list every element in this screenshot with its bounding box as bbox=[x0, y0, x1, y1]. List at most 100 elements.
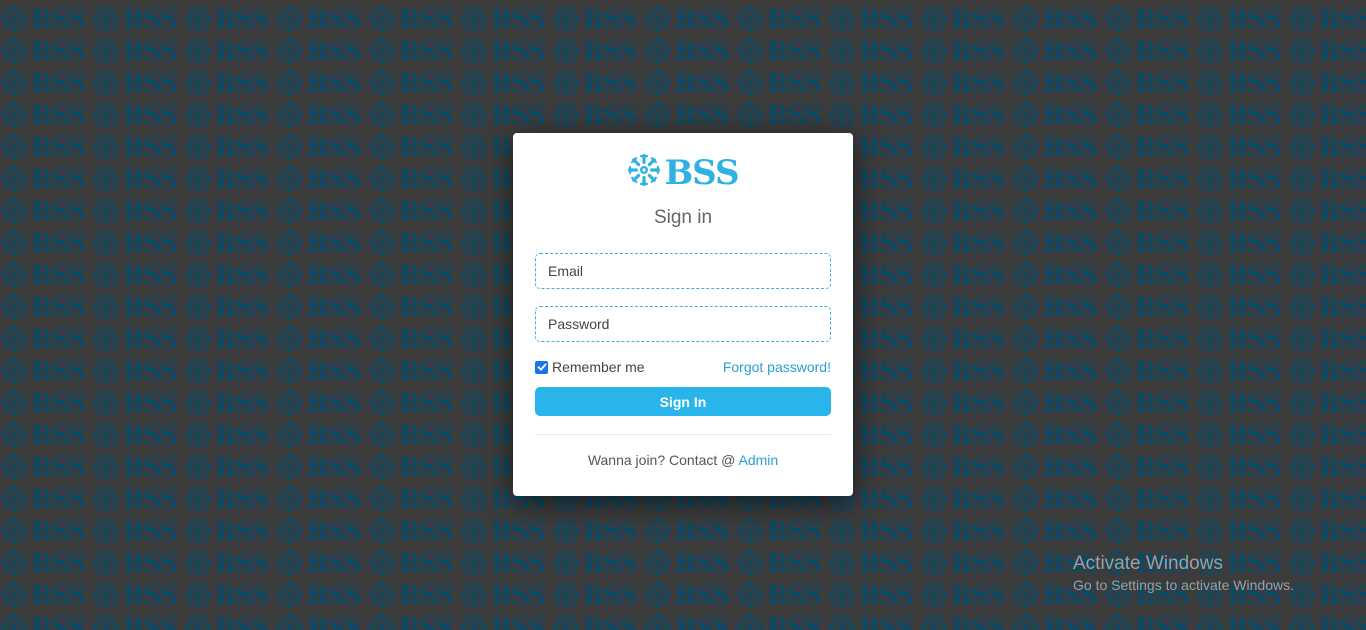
snowflake-icon bbox=[276, 389, 304, 417]
snowflake-icon bbox=[1012, 581, 1040, 609]
snowflake-icon bbox=[368, 581, 396, 609]
pattern-text: BSS bbox=[31, 292, 86, 322]
pattern-tile: BSS bbox=[644, 579, 736, 611]
pattern-tile: BSS bbox=[368, 67, 460, 99]
pattern-text: BSS bbox=[399, 420, 454, 450]
pattern-text: BSS bbox=[675, 612, 730, 630]
snowflake-icon bbox=[644, 549, 672, 577]
password-field[interactable] bbox=[535, 306, 831, 342]
pattern-text: BSS bbox=[767, 4, 822, 34]
pattern-text: BSS bbox=[1227, 516, 1282, 546]
pattern-tile: BSS bbox=[184, 387, 276, 419]
snowflake-icon bbox=[1012, 549, 1040, 577]
snowflake-icon bbox=[1288, 453, 1316, 481]
pattern-text: BSS bbox=[307, 484, 362, 514]
snowflake-icon bbox=[1104, 421, 1132, 449]
pattern-tile: BSS bbox=[0, 355, 92, 387]
pattern-tile: BSS bbox=[92, 547, 184, 579]
snowflake-icon bbox=[644, 69, 672, 97]
pattern-tile: BSS bbox=[1196, 611, 1288, 630]
snowflake-icon bbox=[1104, 133, 1132, 161]
pattern-text: BSS bbox=[951, 580, 1006, 610]
snowflake-icon bbox=[1196, 357, 1224, 385]
snowflake-icon bbox=[828, 549, 856, 577]
pattern-tile: BSS bbox=[0, 35, 92, 67]
pattern-text: BSS bbox=[951, 484, 1006, 514]
pattern-text: BSS bbox=[399, 388, 454, 418]
checkmark-icon bbox=[537, 363, 546, 371]
pattern-tile: BSS bbox=[276, 99, 368, 131]
pattern-tile: BSS bbox=[920, 163, 1012, 195]
snowflake-icon bbox=[0, 613, 28, 630]
pattern-tile: BSS bbox=[1196, 195, 1288, 227]
remember-me[interactable]: Remember me bbox=[535, 359, 645, 375]
pattern-tile: BSS bbox=[276, 131, 368, 163]
snowflake-icon bbox=[276, 229, 304, 257]
pattern-tile: BSS bbox=[1012, 3, 1104, 35]
snowflake-icon bbox=[1288, 229, 1316, 257]
pattern-text: BSS bbox=[675, 68, 730, 98]
pattern-text: BSS bbox=[1227, 292, 1282, 322]
pattern-tile: BSS bbox=[368, 611, 460, 630]
pattern-tile: BSS bbox=[460, 99, 552, 131]
pattern-text: BSS bbox=[767, 580, 822, 610]
pattern-tile: BSS bbox=[920, 483, 1012, 515]
pattern-text: BSS bbox=[123, 4, 178, 34]
pattern-text: BSS bbox=[1043, 612, 1098, 630]
pattern-text: BSS bbox=[1043, 324, 1098, 354]
snowflake-icon bbox=[920, 261, 948, 289]
pattern-text: BSS bbox=[675, 548, 730, 578]
snowflake-icon bbox=[1288, 613, 1316, 630]
pattern-text: BSS bbox=[31, 132, 86, 162]
pattern-text: BSS bbox=[859, 132, 914, 162]
snowflake-icon bbox=[0, 133, 28, 161]
pattern-text: BSS bbox=[399, 164, 454, 194]
pattern-tile: BSS bbox=[92, 355, 184, 387]
pattern-tile: BSS bbox=[276, 67, 368, 99]
snowflake-icon bbox=[368, 453, 396, 481]
pattern-text: BSS bbox=[1319, 580, 1366, 610]
snowflake-icon bbox=[1196, 133, 1224, 161]
snowflake-icon bbox=[1288, 165, 1316, 193]
pattern-text: BSS bbox=[1043, 356, 1098, 386]
pattern-tile: BSS bbox=[828, 35, 920, 67]
snowflake-icon bbox=[920, 197, 948, 225]
pattern-text: BSS bbox=[307, 196, 362, 226]
pattern-text: BSS bbox=[1319, 484, 1366, 514]
pattern-tile: BSS bbox=[1104, 259, 1196, 291]
pattern-tile: BSS bbox=[1012, 99, 1104, 131]
snowflake-icon bbox=[1288, 69, 1316, 97]
snowflake-icon bbox=[920, 357, 948, 385]
pattern-text: BSS bbox=[215, 292, 270, 322]
snowflake-icon bbox=[1104, 453, 1132, 481]
pattern-text: BSS bbox=[1227, 4, 1282, 34]
pattern-text: BSS bbox=[31, 420, 86, 450]
snowflake-icon bbox=[0, 37, 28, 65]
snowflake-icon bbox=[184, 165, 212, 193]
pattern-text: BSS bbox=[399, 484, 454, 514]
pattern-text: BSS bbox=[1043, 420, 1098, 450]
pattern-tile: BSS bbox=[184, 227, 276, 259]
pattern-tile: BSS bbox=[552, 3, 644, 35]
forgot-password-link[interactable]: Forgot password! bbox=[723, 359, 831, 375]
remember-checkbox[interactable] bbox=[535, 360, 548, 374]
admin-link[interactable]: Admin bbox=[738, 452, 778, 468]
pattern-tile: BSS bbox=[1104, 227, 1196, 259]
pattern-tile: BSS bbox=[1104, 35, 1196, 67]
pattern-text: BSS bbox=[1135, 292, 1190, 322]
pattern-text: BSS bbox=[859, 292, 914, 322]
pattern-tile: BSS bbox=[92, 419, 184, 451]
snowflake-icon bbox=[368, 133, 396, 161]
pattern-tile: BSS bbox=[0, 291, 92, 323]
snowflake-icon bbox=[276, 421, 304, 449]
pattern-text: BSS bbox=[1227, 260, 1282, 290]
snowflake-icon bbox=[0, 197, 28, 225]
email-field[interactable] bbox=[535, 253, 831, 289]
sign-in-button[interactable]: Sign In bbox=[535, 387, 831, 416]
snowflake-icon bbox=[736, 5, 764, 33]
snowflake-icon bbox=[1196, 165, 1224, 193]
pattern-text: BSS bbox=[215, 132, 270, 162]
snowflake-icon bbox=[644, 613, 672, 630]
pattern-text: BSS bbox=[1319, 324, 1366, 354]
pattern-text: BSS bbox=[1043, 4, 1098, 34]
